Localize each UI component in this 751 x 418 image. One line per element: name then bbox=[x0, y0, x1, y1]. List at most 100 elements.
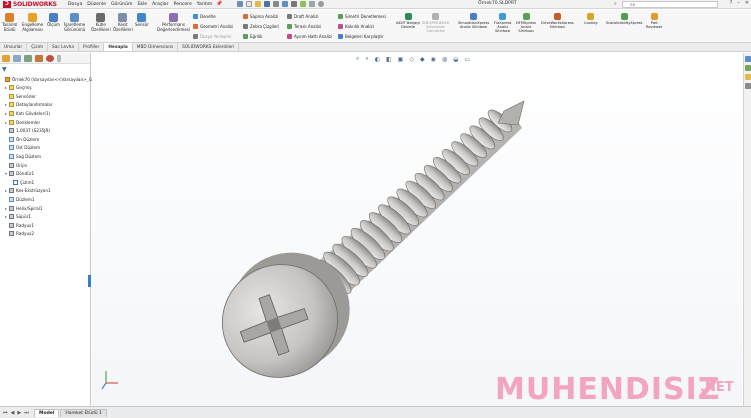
undo-icon[interactable] bbox=[281, 1, 288, 7]
menu-item-4[interactable]: Araçlar bbox=[152, 2, 168, 7]
minimize-icon[interactable]: – bbox=[737, 0, 740, 6]
feature-manager-tab-icon[interactable] bbox=[2, 55, 10, 62]
tree-item-11[interactable]: ▾ Döndür1 bbox=[5, 170, 34, 178]
menu-item-5[interactable]: Pencere bbox=[173, 2, 191, 7]
performans-button[interactable]: Performans Değerlendirmesi bbox=[157, 13, 190, 32]
save-icon[interactable] bbox=[263, 1, 270, 7]
sustainability-button[interactable]: SustainabilityXpress bbox=[606, 13, 642, 25]
tab-6[interactable]: SOLIDWORKS Eklentileri bbox=[178, 43, 240, 51]
hide-show-icon[interactable]: ◉ bbox=[431, 56, 436, 63]
design-library-icon[interactable] bbox=[744, 65, 751, 71]
tab-1[interactable]: Çizim bbox=[27, 43, 49, 51]
display-manager-tab-icon[interactable] bbox=[46, 55, 54, 62]
menu-item-1[interactable]: Düzenle bbox=[87, 2, 106, 7]
first-tab-icon[interactable]: ⏮ bbox=[3, 410, 8, 416]
small_col4-item-2[interactable]: Belgeleri Karşılaştır bbox=[338, 34, 384, 39]
print-icon[interactable] bbox=[272, 1, 279, 7]
options-gear-icon[interactable] bbox=[317, 1, 324, 7]
small_col3-item-2[interactable]: Ayırım Hattı Analizi bbox=[287, 34, 332, 39]
filter-icon[interactable]: ▼ bbox=[2, 66, 7, 73]
tasarim-etudu-button[interactable]: Tasarım Etüdü bbox=[2, 13, 17, 32]
file-explorer-icon[interactable] bbox=[744, 74, 751, 80]
tab-2[interactable]: Sac Levha bbox=[48, 43, 79, 51]
tree-item-10[interactable]: Orijin bbox=[5, 161, 27, 169]
rebuild-icon[interactable] bbox=[299, 1, 306, 7]
olcum-button[interactable]: Ölçüm bbox=[47, 13, 60, 28]
file-properties-icon[interactable] bbox=[308, 1, 315, 7]
tree-item-1[interactable]: ▸ Geçmiş bbox=[5, 84, 32, 92]
tree-item-7[interactable]: Ön Düzlem bbox=[5, 135, 39, 143]
tree-item-3[interactable]: ▸ Detaylandırmalar bbox=[5, 101, 52, 109]
tree-item-6[interactable]: 1.0037 (S235JR) bbox=[5, 127, 50, 135]
simxpress-button[interactable]: SimulationXpress Analiz Sihirbazı bbox=[458, 13, 489, 29]
open-folder-icon[interactable] bbox=[254, 1, 261, 7]
tree-item-15[interactable]: ▸ Helix/Spiral1 bbox=[5, 204, 43, 212]
zoom-to-fit-icon[interactable]: ⌕ bbox=[356, 55, 359, 63]
view-orientation-icon[interactable]: ◇ bbox=[409, 56, 414, 63]
menu-item-3[interactable]: Ekle bbox=[137, 2, 147, 7]
dfmxpress-button[interactable]: DFMXpress Analiz Sihirbazı bbox=[516, 13, 536, 33]
tree-item-16[interactable]: ▸ Süpür1 bbox=[5, 213, 31, 221]
search-icon[interactable]: ⌕ bbox=[614, 1, 617, 7]
dynamic-annotation-icon[interactable]: ▣ bbox=[398, 56, 404, 63]
section-view-icon[interactable]: ◧ bbox=[386, 56, 392, 63]
pin-icon[interactable]: 📌 bbox=[216, 1, 222, 7]
small_col2-item-2[interactable]: Eğrilik bbox=[243, 34, 262, 39]
tree-item-2[interactable]: Sensörler bbox=[5, 92, 36, 100]
last-tab-icon[interactable]: ⏭ bbox=[24, 410, 29, 416]
small_col3-item-1[interactable]: Teraslı Analizi bbox=[287, 24, 321, 29]
tree-item-14[interactable]: Düzlem1 bbox=[5, 195, 35, 203]
tab-5[interactable]: MBD Dimensions bbox=[133, 43, 179, 51]
tree-item-9[interactable]: Sağ Düzlem bbox=[5, 152, 41, 160]
small_col4-item-0[interactable]: Simetri Denetlemesi bbox=[338, 14, 386, 19]
tree-item-18[interactable]: Radyus2 bbox=[5, 230, 34, 238]
tab-3[interactable]: Profiller bbox=[79, 43, 105, 51]
bottom-tab-0[interactable]: Model bbox=[34, 408, 60, 417]
edit-appearance-icon[interactable]: ◍ bbox=[442, 56, 447, 63]
scene-icon[interactable]: ◒ bbox=[453, 56, 458, 63]
previous-view-icon[interactable]: ◐ bbox=[375, 56, 380, 63]
small_col1-item-1[interactable]: Geometri Analizi bbox=[193, 24, 233, 29]
tree-item-12[interactable]: Çizim1 bbox=[9, 178, 34, 186]
akitr-button[interactable]: AKHT Belgeyi Denetle bbox=[396, 13, 420, 29]
dimxpert-tab-icon[interactable] bbox=[35, 55, 43, 62]
menu-item-0[interactable]: Dosya bbox=[68, 2, 82, 7]
tree-item-0[interactable]: Örnek70 (Varsayılan<<Varsayılan>_Gö bbox=[1, 75, 95, 83]
small_col2-item-0[interactable]: Sapma Analizi bbox=[243, 14, 278, 19]
partreviewer-button[interactable]: Part Reviewer bbox=[646, 13, 663, 29]
kesit-button[interactable]: Kesit Özellikleri bbox=[113, 13, 133, 32]
tab-4[interactable]: Hesapla bbox=[104, 43, 133, 51]
tree-item-8[interactable]: Üst Düzlem bbox=[5, 144, 40, 152]
isaretleme-button[interactable]: İşaretleme Görünümü bbox=[64, 13, 85, 32]
small_col4-item-1[interactable]: Kalınlık Analizi bbox=[338, 24, 374, 29]
small_col1-item-0[interactable]: Denetle bbox=[193, 14, 216, 19]
kutle-button[interactable]: Kütle Özellikleri bbox=[91, 13, 111, 32]
tab-0[interactable]: Unsurlar bbox=[0, 43, 28, 51]
graphics-viewport[interactable] bbox=[92, 53, 742, 406]
menu-item-6[interactable]: Yardım bbox=[197, 2, 212, 7]
view-settings-icon[interactable]: ▭ bbox=[464, 56, 470, 63]
prev-tab-icon[interactable]: ◀ bbox=[11, 410, 15, 416]
small_col3-item-0[interactable]: Draft Analizi bbox=[287, 14, 319, 19]
driveworks-button[interactable]: DriveWorksXpress Sihirbazı bbox=[541, 13, 574, 29]
close-icon[interactable]: ✕ bbox=[745, 0, 749, 6]
view-palette-icon[interactable] bbox=[744, 83, 751, 89]
display-style-icon[interactable]: ◆ bbox=[420, 56, 425, 63]
floxpress-button[interactable]: FloXpress Analiz Sihirbazı bbox=[494, 13, 511, 33]
small_col1-item-2[interactable]: Dosya Yerleşimi bbox=[193, 34, 232, 39]
panel-more-icon[interactable] bbox=[57, 55, 61, 62]
new-file-icon[interactable] bbox=[245, 1, 252, 7]
help-icon[interactable]: ? bbox=[730, 0, 733, 6]
home-icon[interactable] bbox=[236, 1, 243, 7]
next-tab-icon[interactable]: ▶ bbox=[17, 410, 21, 416]
select-icon[interactable] bbox=[290, 1, 297, 7]
engelleme-button[interactable]: Engelleme Algılaması bbox=[22, 13, 43, 32]
sensor-button[interactable]: Sensör bbox=[135, 13, 149, 28]
search-input[interactable]: eo bbox=[622, 1, 718, 8]
tree-item-17[interactable]: Radyus1 bbox=[5, 221, 34, 229]
bottom-tab-1[interactable]: Hareket Etüdü 1 bbox=[60, 408, 107, 417]
configuration-manager-tab-icon[interactable] bbox=[24, 55, 32, 62]
tree-item-13[interactable]: ▸ Kes-Ekstrüzyon1 bbox=[5, 187, 51, 195]
tree-item-5[interactable]: ▸ Denklemler bbox=[5, 118, 40, 126]
menu-item-2[interactable]: Görünüm bbox=[111, 2, 132, 7]
